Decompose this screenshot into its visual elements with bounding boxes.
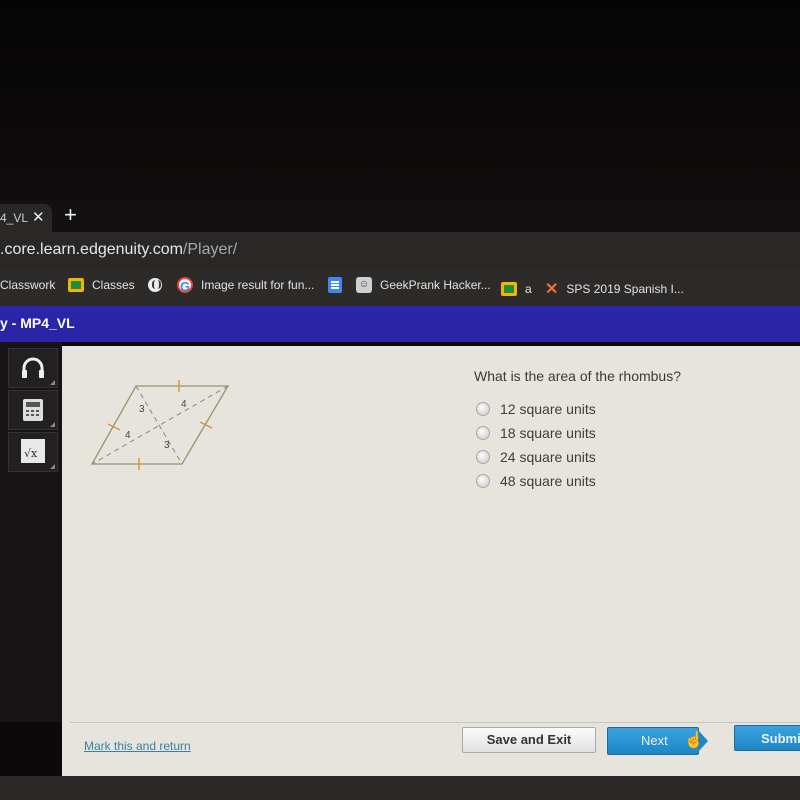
x-logo-icon: ✕ (545, 281, 559, 298)
question-prompt: What is the area of the rhombus? (474, 368, 681, 384)
footer-divider (70, 722, 800, 723)
radio-button[interactable] (476, 402, 490, 416)
answer-label: 48 square units (500, 473, 596, 489)
url-text[interactable]: .core.learn.edgenuity.com/Player/ (0, 241, 237, 259)
google-docs-icon (328, 277, 342, 293)
formula-button[interactable]: √x (8, 432, 58, 472)
hand-cursor-icon: ☝ (684, 732, 704, 749)
bookmark-label: Classes (92, 278, 135, 292)
rhombus-outline (90, 385, 230, 465)
headphones-icon (22, 357, 44, 378)
radio-button[interactable] (476, 426, 490, 440)
calculator-button[interactable] (8, 390, 58, 430)
congruence-ticks (107, 380, 213, 470)
tab-title: 4_VL (0, 211, 29, 225)
tab-close-icon[interactable]: ✕ (32, 208, 45, 226)
bookmark-label: GeekPrank Hacker... (380, 278, 491, 292)
label-upper-3: 3 (139, 404, 145, 415)
bookmark-label: a (525, 282, 532, 296)
label-lower-4: 4 (125, 430, 131, 441)
rhombus-diagram: 3 4 4 3 (90, 380, 230, 470)
google-classroom-icon (68, 278, 84, 292)
radio-button[interactable] (476, 450, 490, 464)
headphones-button[interactable] (8, 348, 58, 388)
bookmark-label: Image result for fun... (201, 278, 315, 292)
course-title: y - MP4_VL (0, 315, 75, 331)
bookmark-docs[interactable] (328, 275, 350, 295)
formula-sqrt-icon: √x (21, 439, 45, 463)
answer-option[interactable]: 24 square units (476, 449, 596, 465)
google-icon: G (177, 277, 193, 294)
bookmark-classes[interactable]: Classes (68, 275, 135, 295)
submit-button[interactable]: Submit (734, 725, 800, 751)
troll-face-icon: ☺ (356, 277, 372, 293)
next-label: Next (641, 733, 668, 748)
label-upper-4: 4 (181, 399, 187, 410)
calculator-icon (23, 399, 43, 421)
new-tab-button[interactable]: + (64, 202, 77, 228)
label-lower-3: 3 (164, 440, 170, 451)
monitor-bezel-bottom (0, 776, 800, 800)
radio-button[interactable] (476, 474, 490, 488)
bookmark-label: Classwork (0, 278, 56, 292)
google-classroom-icon (501, 282, 517, 296)
answer-label: 18 square units (500, 425, 596, 441)
monitor-bezel-top (0, 0, 800, 200)
bookmark-image-result[interactable]: G Image result for fun... (177, 275, 314, 295)
answer-option[interactable]: 12 square units (476, 401, 596, 417)
tools-sidebar: √x (0, 342, 62, 722)
svg-text:√x: √x (24, 447, 38, 460)
globe-icon (148, 278, 162, 292)
diagonal-long (91, 385, 229, 465)
browser-tab[interactable]: 4_VL ✕ (0, 204, 52, 232)
answer-label: 24 square units (500, 449, 596, 465)
answer-option[interactable]: 48 square units (476, 473, 596, 489)
diagonal-short (135, 385, 183, 465)
answer-label: 12 square units (500, 401, 596, 417)
save-and-exit-button[interactable]: Save and Exit (462, 727, 596, 753)
url-host: .core.learn.edgenuity.com (0, 241, 183, 258)
mark-and-return-link[interactable]: Mark this and return (84, 739, 191, 753)
bookmark-classwork[interactable]: Classwork (0, 275, 55, 295)
course-header: y - MP4_VL (0, 306, 800, 342)
tab-strip (0, 200, 800, 232)
bookmark-a[interactable]: a (501, 279, 532, 299)
bookmark-globe[interactable] (148, 275, 170, 295)
bookmark-geekprank[interactable]: ☺ GeekPrank Hacker... (356, 275, 491, 295)
answer-option[interactable]: 18 square units (476, 425, 596, 441)
bookmark-label: SPS 2019 Spanish I... (566, 282, 684, 296)
bookmark-sps-spanish[interactable]: ✕ SPS 2019 Spanish I... (545, 279, 684, 299)
url-path: /Player/ (182, 241, 238, 258)
